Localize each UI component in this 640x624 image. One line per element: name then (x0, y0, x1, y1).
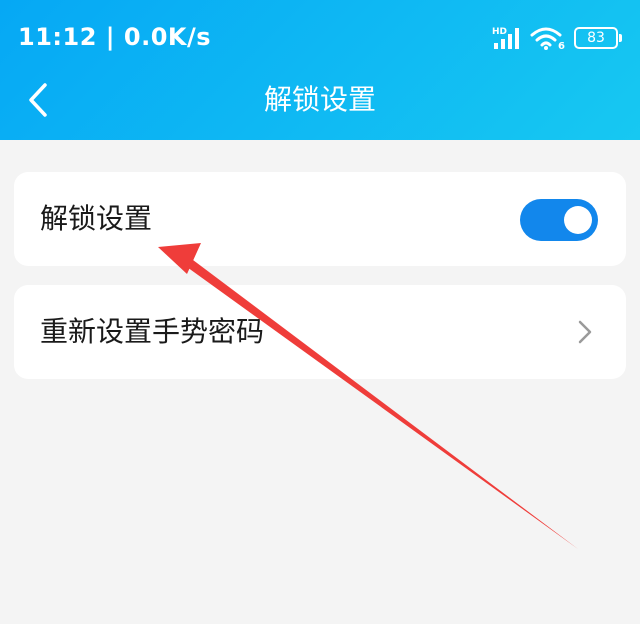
status-time: 11:12 | 0.0K/s (18, 23, 212, 51)
battery-level: 83 (587, 30, 605, 46)
unlock-toggle[interactable] (520, 199, 598, 241)
unlock-settings-row: 解锁设置 (14, 172, 626, 266)
reset-gesture-password-label: 重新设置手势密码 (40, 315, 265, 348)
battery-icon: 83 (574, 27, 622, 49)
status-icons: HD 6 83 (492, 24, 622, 52)
reset-gesture-password-row[interactable]: 重新设置手势密码 (14, 285, 626, 379)
status-bar: 11:12 | 0.0K/s HD 6 83 (0, 0, 640, 76)
page-title: 解锁设置 (263, 83, 376, 116)
chevron-right-icon (578, 320, 592, 344)
app-header: 11:12 | 0.0K/s HD 6 83 解锁设置 (0, 0, 640, 140)
signal-icon: HD (492, 27, 519, 49)
nav-bar: 解锁设置 (0, 70, 640, 130)
toggle-knob (564, 206, 592, 234)
network-badge: HD (492, 27, 507, 37)
wifi-icon: 6 (530, 27, 565, 51)
wifi-badge: 6 (558, 41, 565, 51)
unlock-settings-label: 解锁设置 (40, 202, 153, 235)
